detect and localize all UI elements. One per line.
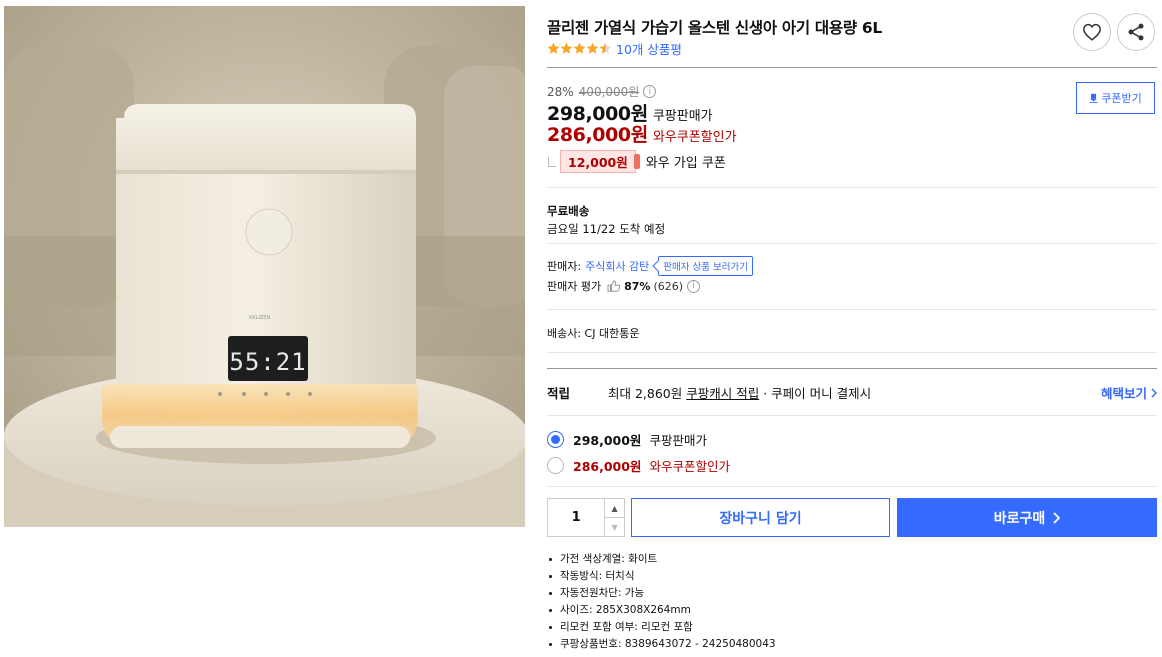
coupang-cash-link[interactable]: 쿠팡캐시 적립: [686, 386, 759, 401]
coupon-badge: 12,000원: [560, 150, 640, 173]
star-full-icon: [560, 42, 573, 54]
seller-rating-percent: 87%: [624, 279, 651, 293]
quantity-decrease-button[interactable]: ▼: [605, 517, 624, 536]
spec-item: 사이즈: 285X308X264mm: [547, 602, 776, 619]
seller-rating-count: (626): [653, 279, 684, 293]
shipping-title: 무료배송: [547, 204, 590, 218]
discount-info: 28% 400,000원 i: [547, 83, 657, 100]
buy-now-label: 바로구매: [993, 510, 1046, 527]
coupon-download-label: 쿠폰받기: [1101, 92, 1142, 105]
spec-item: 자동전원차단: 가능: [547, 585, 776, 602]
coupon-row: 12,000원 와우 가입 쿠폰: [547, 150, 726, 173]
divider: [547, 415, 1157, 416]
arrival-date: 금요일 11/22 도착 예정: [547, 222, 666, 236]
reward-suffix: · 쿠페이 머니 결제시: [759, 386, 872, 401]
seller-rating-label: 판매자 평가: [547, 280, 602, 293]
download-icon: [1089, 93, 1098, 103]
divider: [547, 309, 1157, 310]
star-half-icon: [599, 42, 612, 54]
review-count-link[interactable]: 10개 상품평: [616, 39, 682, 58]
star-rating: [547, 42, 612, 55]
thumbs-up-icon: [607, 280, 621, 292]
option-price: 286,000원: [573, 459, 642, 474]
add-to-cart-button[interactable]: 장바구니 담기: [631, 498, 890, 537]
reward-text: 최대 2,860원 쿠팡캐시 적립 · 쿠페이 머니 결제시: [608, 383, 871, 402]
spec-list: 가전 색상계열: 화이트 작동방식: 터치식 자동전원차단: 가능 사이즈: 2…: [547, 551, 776, 653]
reward-title: 적립: [547, 386, 571, 401]
quantity-stepper[interactable]: 1 ▲ ▼: [547, 498, 625, 537]
device-display-text: 55:21: [229, 348, 306, 376]
share-icon: [1128, 23, 1144, 41]
info-icon[interactable]: i: [687, 279, 701, 293]
option-label: 쿠팡판매가: [649, 433, 707, 448]
seller-label: 판매자:: [547, 260, 582, 273]
seller-rating: 판매자 평가 87% (626) i: [547, 278, 701, 294]
carrier-info: 배송사: CJ 대한통운: [547, 327, 640, 340]
divider: [547, 67, 1157, 68]
heart-icon: [1083, 23, 1101, 41]
original-price: 400,000원: [578, 85, 640, 99]
chevron-right-icon: [1053, 511, 1061, 524]
product-title: 끌리젠 가열식 가습기 올스텐 신생아 아기 대용량 6L: [547, 19, 882, 37]
product-image: KKLIZEN 55:21: [4, 6, 525, 527]
corner-icon: [548, 156, 556, 167]
coupon-download-button[interactable]: 쿠폰받기: [1076, 82, 1155, 114]
divider: [547, 243, 1157, 244]
option-label: 와우쿠폰할인가: [649, 459, 730, 474]
reward-prefix: 최대 2,860원: [608, 386, 687, 401]
buy-now-button[interactable]: 바로구매: [897, 498, 1157, 537]
option-price: 298,000원: [573, 433, 642, 448]
divider: [547, 486, 1157, 487]
humidifier-photo: KKLIZEN 55:21: [4, 6, 525, 527]
divider: [547, 368, 1157, 369]
product-info-panel: 끌리젠 가열식 가습기 올스텐 신생아 아기 대용량 6L 10개 상품평 28…: [547, 0, 1157, 657]
wow-price-label: 와우쿠폰할인가: [652, 130, 737, 145]
seller-row: 판매자: 주식회사 감탄 판매자 상품 보러가기: [547, 256, 753, 276]
star-full-icon: [547, 42, 560, 54]
wow-price-row: 286,000원 와우쿠폰할인가: [547, 120, 737, 147]
wishlist-button[interactable]: [1073, 13, 1111, 51]
benefits-label: 혜택보기: [1100, 386, 1147, 401]
quantity-increase-button[interactable]: ▲: [605, 499, 624, 517]
radio-selected[interactable]: [547, 431, 564, 448]
benefits-link[interactable]: 혜택보기: [1101, 383, 1157, 402]
price-option-sale[interactable]: 298,000원 쿠팡판매가: [547, 430, 707, 449]
svg-text:KKLIZEN: KKLIZEN: [249, 315, 270, 321]
divider: [547, 187, 1157, 188]
star-full-icon: [573, 42, 586, 54]
seller-name-link[interactable]: 주식회사 감탄: [585, 258, 649, 274]
star-full-icon: [586, 42, 599, 54]
spec-item: 가전 색상계열: 화이트: [547, 551, 776, 568]
info-icon[interactable]: i: [643, 85, 657, 98]
share-button[interactable]: [1117, 13, 1155, 51]
rating-summary: 10개 상품평: [547, 39, 682, 58]
divider: [547, 352, 1157, 353]
radio-unselected[interactable]: [547, 457, 564, 474]
discount-rate: 28%: [547, 84, 574, 99]
price-option-wow[interactable]: 286,000원 와우쿠폰할인가: [547, 456, 730, 475]
spec-item: 리모컨 포함 여부: 리모컨 포함: [547, 619, 776, 636]
wow-price: 286,000원: [547, 124, 648, 146]
seller-store-button[interactable]: 판매자 상품 보러가기: [658, 256, 753, 276]
quantity-value[interactable]: 1: [548, 499, 604, 536]
quantity-arrows: ▲ ▼: [604, 499, 624, 536]
chevron-right-icon: [1151, 387, 1157, 398]
coupon-description: 와우 가입 쿠폰: [645, 156, 726, 171]
spec-item: 쿠팡상품번호: 8389643072 - 24250480043: [547, 636, 776, 653]
reward-row: 적립 최대 2,860원 쿠팡캐시 적립 · 쿠페이 머니 결제시 혜택보기: [547, 383, 1157, 402]
spec-item: 작동방식: 터치식: [547, 568, 776, 585]
